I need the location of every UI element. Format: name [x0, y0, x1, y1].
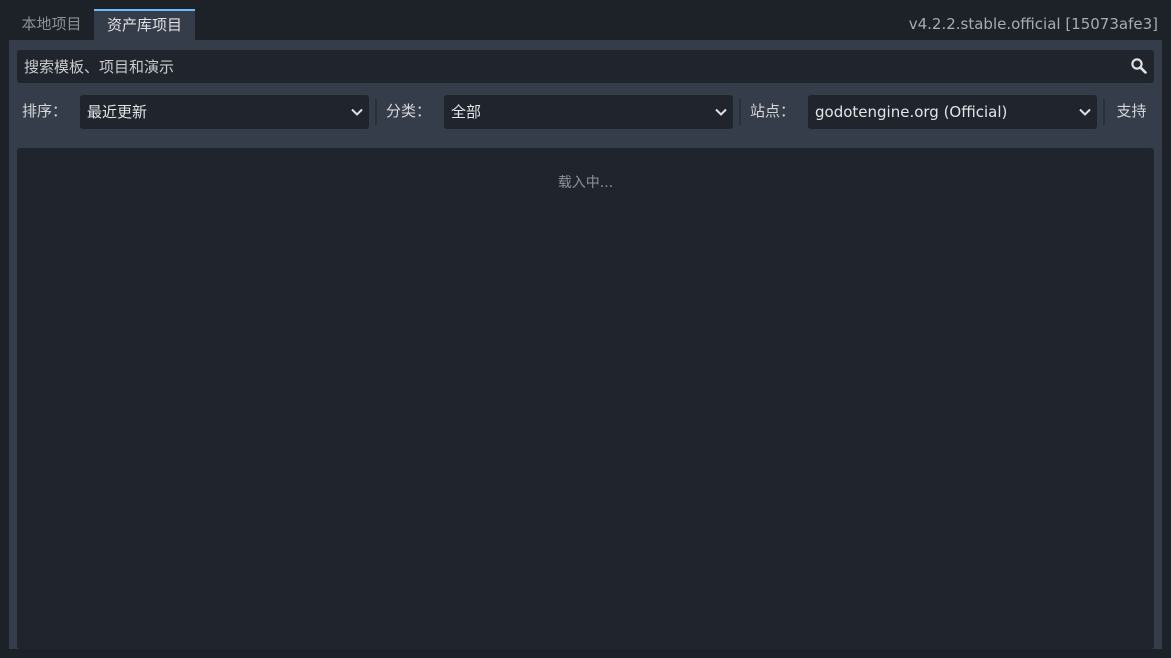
tab-local-projects[interactable]: 本地项目: [9, 9, 94, 40]
divider: [739, 99, 741, 125]
chevron-down-icon: [715, 108, 727, 116]
search-icon[interactable]: [1130, 57, 1148, 75]
project-manager-window: 本地项目 资产库项目 v4.2.2.stable.official [15073…: [9, 9, 1162, 649]
site-dropdown[interactable]: godotengine.org (Official): [808, 95, 1097, 129]
tab-asset-library-projects[interactable]: 资产库项目: [94, 9, 195, 40]
sort-value: 最近更新: [87, 103, 148, 121]
site-value: godotengine.org (Official): [815, 103, 1008, 121]
site-label: 站点：: [750, 102, 796, 120]
support-button[interactable]: 支持: [1109, 93, 1154, 130]
sort-label: 排序：: [22, 102, 68, 120]
chevron-down-icon: [1079, 108, 1091, 116]
version-label: v4.2.2.stable.official [15073afe3]: [908, 15, 1158, 33]
category-dropdown[interactable]: 全部: [444, 95, 733, 129]
sort-dropdown[interactable]: 最近更新: [80, 95, 369, 129]
filter-bar: 排序： 最近更新 分类： 全部 站点： godotengine.org (Off…: [9, 93, 1162, 130]
category-label: 分类：: [386, 102, 432, 120]
divider: [1103, 99, 1105, 125]
chevron-down-icon: [351, 108, 363, 116]
divider: [375, 99, 377, 125]
search-bar: [17, 50, 1154, 83]
search-input[interactable]: [17, 50, 1117, 83]
category-value: 全部: [451, 103, 482, 121]
loading-text: 载入中...: [557, 175, 614, 191]
asset-results-area: 载入中...: [17, 148, 1154, 649]
asset-library-panel: 排序： 最近更新 分类： 全部 站点： godotengine.org (Off…: [9, 40, 1162, 649]
tab-bar: 本地项目 资产库项目 v4.2.2.stable.official [15073…: [9, 9, 1162, 40]
